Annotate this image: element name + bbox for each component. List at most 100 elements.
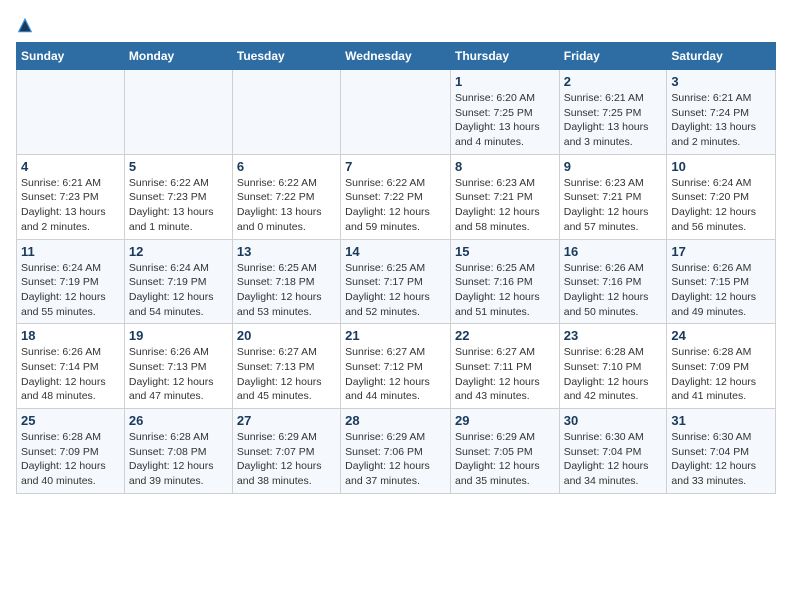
day-number: 30 xyxy=(564,413,663,428)
calendar-table: SundayMondayTuesdayWednesdayThursdayFrid… xyxy=(16,42,776,494)
calendar-cell xyxy=(232,70,340,155)
logo-icon xyxy=(16,16,34,34)
calendar-cell: 10Sunrise: 6:24 AM Sunset: 7:20 PM Dayli… xyxy=(667,154,776,239)
calendar-cell: 12Sunrise: 6:24 AM Sunset: 7:19 PM Dayli… xyxy=(124,239,232,324)
cell-content: Sunrise: 6:30 AM Sunset: 7:04 PM Dayligh… xyxy=(671,430,771,489)
day-number: 4 xyxy=(21,159,120,174)
cell-content: Sunrise: 6:21 AM Sunset: 7:23 PM Dayligh… xyxy=(21,176,120,235)
day-number: 11 xyxy=(21,244,120,259)
calendar-cell: 15Sunrise: 6:25 AM Sunset: 7:16 PM Dayli… xyxy=(450,239,559,324)
calendar-cell: 6 Sunrise: 6:22 AM Sunset: 7:22 PM Daylig… xyxy=(232,154,340,239)
day-number: 27 xyxy=(237,413,336,428)
cell-content: Sunrise: 6:29 AM Sunset: 7:06 PM Dayligh… xyxy=(345,430,446,489)
header-row: SundayMondayTuesdayWednesdayThursdayFrid… xyxy=(17,43,776,70)
week-row-5: 25Sunrise: 6:28 AM Sunset: 7:09 PM Dayli… xyxy=(17,409,776,494)
calendar-cell: 26Sunrise: 6:28 AM Sunset: 7:08 PM Dayli… xyxy=(124,409,232,494)
cell-content: Sunrise: 6:30 AM Sunset: 7:04 PM Dayligh… xyxy=(564,430,663,489)
col-header-wednesday: Wednesday xyxy=(341,43,451,70)
col-header-thursday: Thursday xyxy=(450,43,559,70)
day-number: 22 xyxy=(455,328,555,343)
calendar-cell: 27 Sunrise: 6:29 AM Sunset: 7:07 PM Dayli… xyxy=(232,409,340,494)
cell-content: Sunrise: 6:22 AM Sunset: 7:22 PM Dayligh… xyxy=(237,176,336,235)
calendar-cell: 28 Sunrise: 6:29 AM Sunset: 7:06 PM Dayli… xyxy=(341,409,451,494)
calendar-cell: 4 Sunrise: 6:21 AM Sunset: 7:23 PM Daylig… xyxy=(17,154,125,239)
calendar-cell: 8 Sunrise: 6:23 AM Sunset: 7:21 PM Daylig… xyxy=(450,154,559,239)
calendar-cell: 17 Sunrise: 6:26 AM Sunset: 7:15 PM Dayli… xyxy=(667,239,776,324)
cell-content: Sunrise: 6:28 AM Sunset: 7:09 PM Dayligh… xyxy=(21,430,120,489)
day-number: 5 xyxy=(129,159,228,174)
calendar-cell xyxy=(17,70,125,155)
header xyxy=(16,16,776,34)
cell-content: Sunrise: 6:28 AM Sunset: 7:10 PM Dayligh… xyxy=(564,345,663,404)
calendar-cell: 23 Sunrise: 6:28 AM Sunset: 7:10 PM Dayli… xyxy=(559,324,667,409)
cell-content: Sunrise: 6:23 AM Sunset: 7:21 PM Dayligh… xyxy=(455,176,555,235)
day-number: 8 xyxy=(455,159,555,174)
cell-content: Sunrise: 6:28 AM Sunset: 7:09 PM Dayligh… xyxy=(671,345,771,404)
day-number: 3 xyxy=(671,74,771,89)
day-number: 7 xyxy=(345,159,446,174)
cell-content: Sunrise: 6:24 AM Sunset: 7:19 PM Dayligh… xyxy=(21,261,120,320)
day-number: 31 xyxy=(671,413,771,428)
calendar-cell: 24 Sunrise: 6:28 AM Sunset: 7:09 PM Dayli… xyxy=(667,324,776,409)
col-header-monday: Monday xyxy=(124,43,232,70)
day-number: 14 xyxy=(345,244,446,259)
calendar-cell: 18Sunrise: 6:26 AM Sunset: 7:14 PM Dayli… xyxy=(17,324,125,409)
day-number: 2 xyxy=(564,74,663,89)
cell-content: Sunrise: 6:29 AM Sunset: 7:05 PM Dayligh… xyxy=(455,430,555,489)
calendar-cell: 7Sunrise: 6:22 AM Sunset: 7:22 PM Daylig… xyxy=(341,154,451,239)
cell-content: Sunrise: 6:26 AM Sunset: 7:15 PM Dayligh… xyxy=(671,261,771,320)
day-number: 24 xyxy=(671,328,771,343)
calendar-cell: 31 Sunrise: 6:30 AM Sunset: 7:04 PM Dayli… xyxy=(667,409,776,494)
cell-content: Sunrise: 6:21 AM Sunset: 7:24 PM Dayligh… xyxy=(671,91,771,150)
calendar-cell: 21 Sunrise: 6:27 AM Sunset: 7:12 PM Dayli… xyxy=(341,324,451,409)
cell-content: Sunrise: 6:23 AM Sunset: 7:21 PM Dayligh… xyxy=(564,176,663,235)
calendar-cell: 11 Sunrise: 6:24 AM Sunset: 7:19 PM Dayli… xyxy=(17,239,125,324)
week-row-2: 4 Sunrise: 6:21 AM Sunset: 7:23 PM Daylig… xyxy=(17,154,776,239)
calendar-cell xyxy=(124,70,232,155)
day-number: 9 xyxy=(564,159,663,174)
col-header-friday: Friday xyxy=(559,43,667,70)
col-header-saturday: Saturday xyxy=(667,43,776,70)
cell-content: Sunrise: 6:26 AM Sunset: 7:13 PM Dayligh… xyxy=(129,345,228,404)
cell-content: Sunrise: 6:25 AM Sunset: 7:18 PM Dayligh… xyxy=(237,261,336,320)
calendar-cell: 3 Sunrise: 6:21 AM Sunset: 7:24 PM Daylig… xyxy=(667,70,776,155)
day-number: 17 xyxy=(671,244,771,259)
calendar-cell: 5 Sunrise: 6:22 AM Sunset: 7:23 PM Daylig… xyxy=(124,154,232,239)
calendar-cell xyxy=(341,70,451,155)
cell-content: Sunrise: 6:20 AM Sunset: 7:25 PM Dayligh… xyxy=(455,91,555,150)
calendar-cell: 29 Sunrise: 6:29 AM Sunset: 7:05 PM Dayli… xyxy=(450,409,559,494)
cell-content: Sunrise: 6:25 AM Sunset: 7:17 PM Dayligh… xyxy=(345,261,446,320)
calendar-cell: 30 Sunrise: 6:30 AM Sunset: 7:04 PM Dayli… xyxy=(559,409,667,494)
calendar-cell: 9 Sunrise: 6:23 AM Sunset: 7:21 PM Daylig… xyxy=(559,154,667,239)
calendar-cell: 14 Sunrise: 6:25 AM Sunset: 7:17 PM Dayli… xyxy=(341,239,451,324)
cell-content: Sunrise: 6:28 AM Sunset: 7:08 PM Dayligh… xyxy=(129,430,228,489)
calendar-cell: 1 Sunrise: 6:20 AM Sunset: 7:25 PM Daylig… xyxy=(450,70,559,155)
calendar-cell: 2 Sunrise: 6:21 AM Sunset: 7:25 PM Daylig… xyxy=(559,70,667,155)
calendar-cell: 20Sunrise: 6:27 AM Sunset: 7:13 PM Dayli… xyxy=(232,324,340,409)
week-row-1: 1 Sunrise: 6:20 AM Sunset: 7:25 PM Daylig… xyxy=(17,70,776,155)
day-number: 29 xyxy=(455,413,555,428)
col-header-sunday: Sunday xyxy=(17,43,125,70)
cell-content: Sunrise: 6:26 AM Sunset: 7:16 PM Dayligh… xyxy=(564,261,663,320)
logo xyxy=(16,16,38,34)
day-number: 23 xyxy=(564,328,663,343)
day-number: 16 xyxy=(564,244,663,259)
day-number: 6 xyxy=(237,159,336,174)
calendar-cell: 13 Sunrise: 6:25 AM Sunset: 7:18 PM Dayli… xyxy=(232,239,340,324)
week-row-4: 18Sunrise: 6:26 AM Sunset: 7:14 PM Dayli… xyxy=(17,324,776,409)
day-number: 20 xyxy=(237,328,336,343)
col-header-tuesday: Tuesday xyxy=(232,43,340,70)
calendar-cell: 25Sunrise: 6:28 AM Sunset: 7:09 PM Dayli… xyxy=(17,409,125,494)
calendar-cell: 16 Sunrise: 6:26 AM Sunset: 7:16 PM Dayli… xyxy=(559,239,667,324)
cell-content: Sunrise: 6:21 AM Sunset: 7:25 PM Dayligh… xyxy=(564,91,663,150)
day-number: 1 xyxy=(455,74,555,89)
day-number: 28 xyxy=(345,413,446,428)
cell-content: Sunrise: 6:27 AM Sunset: 7:12 PM Dayligh… xyxy=(345,345,446,404)
cell-content: Sunrise: 6:24 AM Sunset: 7:20 PM Dayligh… xyxy=(671,176,771,235)
day-number: 13 xyxy=(237,244,336,259)
cell-content: Sunrise: 6:27 AM Sunset: 7:11 PM Dayligh… xyxy=(455,345,555,404)
cell-content: Sunrise: 6:29 AM Sunset: 7:07 PM Dayligh… xyxy=(237,430,336,489)
day-number: 18 xyxy=(21,328,120,343)
cell-content: Sunrise: 6:22 AM Sunset: 7:23 PM Dayligh… xyxy=(129,176,228,235)
day-number: 21 xyxy=(345,328,446,343)
